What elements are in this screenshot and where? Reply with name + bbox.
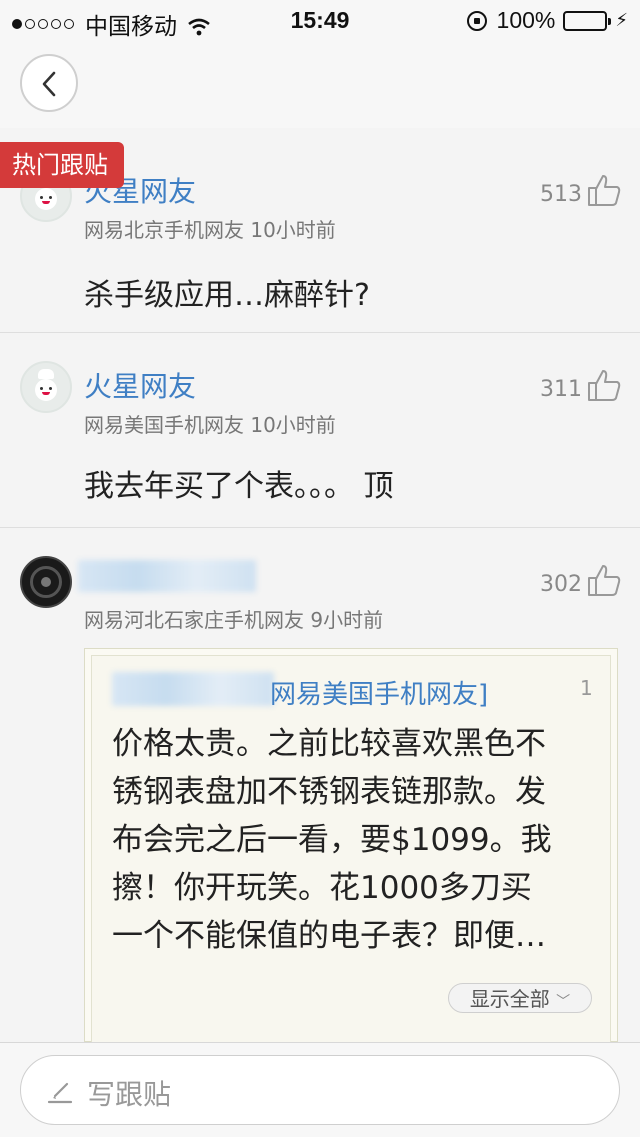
rotation-lock-icon bbox=[466, 10, 487, 31]
comment-meta: 网易美国手机网友 10小时前 bbox=[84, 409, 336, 438]
reply-placeholder: 写跟贴 bbox=[87, 1078, 172, 1111]
thumbs-up-icon[interactable] bbox=[586, 562, 622, 598]
battery-icon bbox=[563, 10, 612, 31]
reply-bar: 写跟贴 bbox=[0, 1042, 640, 1137]
quote-line: 锈钢表盘加不锈钢表链那款。发 bbox=[112, 774, 546, 810]
battery-percent: 100% bbox=[496, 7, 556, 33]
nav-bar bbox=[0, 40, 640, 129]
pen-icon bbox=[47, 1082, 73, 1104]
thumbs-up-icon[interactable] bbox=[586, 367, 622, 403]
quote-line: 擦！你开玩笑。花1000多刀买 bbox=[112, 870, 532, 906]
quote-author[interactable]: 网易美国手机网友] bbox=[270, 674, 488, 711]
comment-content: 我去年买了个表。。。 顶 bbox=[84, 469, 394, 504]
reply-input[interactable]: 写跟贴 bbox=[20, 1055, 620, 1125]
comment-location: 网易河北石家庄手机网友 bbox=[84, 608, 304, 632]
thumbs-up-icon[interactable] bbox=[586, 172, 622, 208]
comment-meta: 网易北京手机网友 10小时前 bbox=[84, 214, 336, 243]
chevron-down-icon: ﹀ bbox=[556, 994, 571, 1010]
avatar[interactable] bbox=[20, 361, 72, 413]
comment-location: 网易美国手机网友 bbox=[84, 413, 244, 437]
back-button[interactable] bbox=[20, 54, 78, 112]
comment-item[interactable]: 火星网友 网易美国手机网友 10小时前 311 我去年买了个表。。。 顶 bbox=[0, 333, 640, 528]
quote-line: 价格太贵。之前比较喜欢黑色不 bbox=[112, 726, 546, 762]
show-all-button[interactable]: 显示全部 ﹀ bbox=[448, 983, 592, 1013]
comment-time: 10小时前 bbox=[250, 413, 336, 437]
blurred-quote-author bbox=[112, 672, 274, 706]
charging-icon: ⚡ bbox=[615, 10, 628, 30]
show-all-label: 显示全部 bbox=[469, 987, 550, 1011]
comment-time: 9小时前 bbox=[310, 608, 384, 632]
comment-meta: 网易河北石家庄手机网友 9小时前 bbox=[84, 604, 383, 633]
quote-floor-number: 1 bbox=[580, 676, 593, 700]
comment-location: 网易北京手机网友 bbox=[84, 218, 244, 242]
like-count: 513 bbox=[540, 182, 582, 207]
comment-time: 10小时前 bbox=[250, 218, 336, 242]
comment-content: 杀手级应用…麻醉针? bbox=[84, 278, 370, 313]
status-bar: 中国移动 15:49 100% ⚡ bbox=[0, 0, 640, 40]
quote-text: 价格太贵。之前比较喜欢黑色不 锈钢表盘加不锈钢表链那款。发 布会完之后一看，要$… bbox=[112, 720, 592, 960]
status-right: 100% ⚡ bbox=[466, 7, 628, 34]
quote-line: 一个不能保值的电子表？即便… bbox=[112, 918, 546, 954]
avatar[interactable] bbox=[20, 556, 72, 608]
hot-comments-tag: 热门跟贴 bbox=[0, 142, 124, 188]
comment-author[interactable]: 火星网友 bbox=[84, 365, 196, 405]
chevron-left-icon bbox=[42, 71, 56, 97]
quote-line: 布会完之后一看，要$1099。我 bbox=[112, 822, 552, 858]
like-count: 302 bbox=[540, 572, 582, 597]
blurred-username bbox=[78, 560, 256, 592]
like-count: 311 bbox=[540, 377, 582, 402]
